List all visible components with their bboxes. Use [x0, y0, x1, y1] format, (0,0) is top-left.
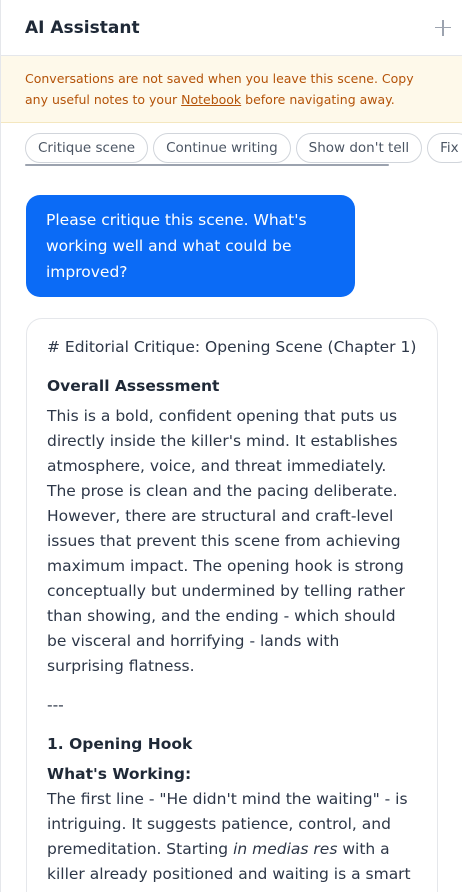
chip-continue-writing[interactable]: Continue writing: [153, 133, 291, 163]
assessment-paragraph: This is a bold, confident opening that p…: [47, 407, 405, 675]
panel-header: AI Assistant: [1, 0, 462, 56]
working-italic: in medias res: [233, 840, 338, 858]
opening-hook-heading: 1. Opening Hook: [47, 735, 193, 753]
panel-title: AI Assistant: [25, 17, 140, 38]
chip-show-dont-tell[interactable]: Show don't tell: [295, 133, 423, 163]
message-list: Please critique this scene. What's worki…: [1, 169, 462, 892]
whats-working-heading: What's Working:: [47, 765, 192, 783]
separator: ---: [47, 696, 64, 714]
user-message: Please critique this scene. What's worki…: [26, 195, 355, 297]
critique-title: # Editorial Critique: Opening Scene (Cha…: [47, 338, 417, 356]
plus-icon[interactable]: [432, 17, 454, 39]
chip-fix[interactable]: Fix: [427, 133, 462, 163]
ai-assistant-panel: AI Assistant Conversations are not saved…: [0, 0, 462, 892]
notebook-link[interactable]: Notebook: [181, 92, 241, 107]
notice-text-after: before navigating away.: [241, 92, 395, 107]
suggestion-chips: Critique scene Continue writing Show don't…: [1, 123, 462, 169]
assistant-message: # Editorial Critique: Opening Scene (Cha…: [26, 318, 438, 892]
working-paragraph: The first line - "He didn't mind the wai…: [47, 787, 417, 892]
unsaved-notice: Conversations are not saved when you lea…: [1, 56, 462, 123]
overall-assessment-heading: Overall Assessment: [47, 377, 220, 395]
chips-scrollbar[interactable]: [25, 164, 389, 166]
chip-critique-scene[interactable]: Critique scene: [25, 133, 149, 163]
